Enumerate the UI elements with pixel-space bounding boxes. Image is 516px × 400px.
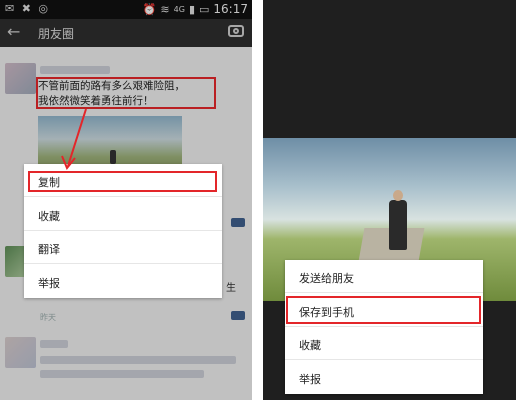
- menu-item-send-to-friend[interactable]: 发送给朋友: [285, 260, 483, 293]
- menu-item-label: 发送给朋友: [299, 272, 354, 285]
- image-context-menu: 发送给朋友 保存到手机 收藏 举报: [285, 260, 483, 394]
- left-screen: ✉ ✖ ◎ ⏰ ≋ 4G ▮ ▭ 16:17 ← 朋友圈 不管前面的路有多么艰难…: [0, 0, 252, 400]
- annotation-arrow: [61, 108, 87, 170]
- menu-item-label: 举报: [299, 373, 321, 386]
- person-figure: [389, 200, 407, 250]
- menu-item-favorite[interactable]: 收藏: [285, 327, 483, 360]
- divider: [252, 0, 263, 400]
- person-head: [393, 190, 403, 201]
- menu-item-report[interactable]: 举报: [285, 361, 483, 394]
- menu-item-label: 收藏: [299, 339, 321, 352]
- right-screen: 发送给朋友 保存到手机 收藏 举报: [263, 0, 516, 400]
- selection-highlight-box: [286, 296, 481, 324]
